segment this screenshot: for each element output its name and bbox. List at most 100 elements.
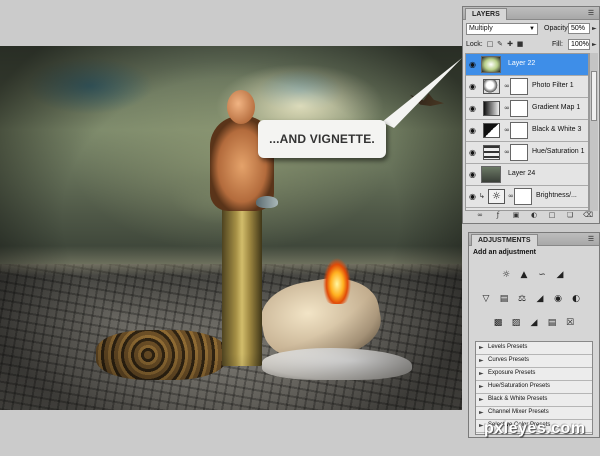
visibility-eye-icon[interactable]: ◉ <box>468 170 477 179</box>
link-icon: ∞ <box>504 148 510 156</box>
gradient-map-icon <box>483 101 500 116</box>
brightness-contrast-icon[interactable]: ☼ <box>499 269 513 281</box>
photoshop-workspace: ...AND VIGNETTE. LAYERS ☰ Multiply ▼ Opa… <box>0 0 600 456</box>
layer-name: Hue/Saturation 1 <box>532 148 585 155</box>
layer-row-hue-saturation[interactable]: ◉ ∞ Hue/Saturation 1 <box>466 142 588 164</box>
preset-black-white[interactable]: ► Black & White Presets <box>476 394 592 407</box>
layer-row-layer-22[interactable]: ◉ Layer 22 <box>466 54 588 76</box>
panel-menu-icon[interactable]: ☰ <box>586 9 596 17</box>
visibility-eye-icon[interactable]: ◉ <box>468 192 477 201</box>
lock-label: Lock: <box>466 41 483 48</box>
adjustments-tabbar: ADJUSTMENTS ☰ <box>469 233 599 246</box>
blend-mode-select[interactable]: Multiply ▼ <box>466 23 538 35</box>
preset-channel-mixer[interactable]: ► Channel Mixer Presets <box>476 407 592 420</box>
lock-row: Lock: □ ✎ ✚ ■ Fill: 100% ► <box>466 39 598 51</box>
preset-levels[interactable]: ► Levels Presets <box>476 342 592 355</box>
vibrance-icon[interactable]: ▽ <box>479 293 493 305</box>
gradient-map-icon[interactable]: ▤ <box>545 317 559 329</box>
callout-pointer <box>382 58 462 128</box>
visibility-eye-icon[interactable]: ◉ <box>468 104 477 113</box>
visibility-eye-icon[interactable]: ◉ <box>468 126 477 135</box>
expand-arrow-icon: ► <box>479 344 484 351</box>
trash-icon[interactable]: ⌫ <box>583 211 593 220</box>
layer-row-photo-filter[interactable]: ◉ ∞ Photo Filter 1 <box>466 76 588 98</box>
expand-arrow-icon: ► <box>479 409 484 416</box>
coiled-snake <box>96 330 226 380</box>
preset-label: Curves Presets <box>488 357 530 363</box>
layers-list: ◉ Layer 22 ◉ ∞ Photo Filter 1 ◉ ∞ Gradie… <box>465 53 589 211</box>
lock-pixels-icon[interactable]: ✎ <box>496 40 504 48</box>
callout-bubble: ...AND VIGNETTE. <box>258 120 386 158</box>
new-group-icon[interactable]: □ <box>547 211 557 220</box>
new-layer-icon[interactable]: ❏ <box>565 211 575 220</box>
hue-saturation-icon[interactable]: ▤ <box>497 293 511 305</box>
fill-field[interactable]: 100% <box>568 39 590 50</box>
blend-row: Multiply ▼ Opacity: 50% ► <box>466 23 598 37</box>
watermark: pxleyes.com <box>484 420 586 437</box>
layer-row-brightness[interactable]: ◉ ↳ ☼ ∞ Brightness/... <box>466 186 588 208</box>
panel-menu-icon[interactable]: ☰ <box>586 235 596 243</box>
preset-label: Exposure Presets <box>488 370 536 376</box>
add-mask-icon[interactable]: ▣ <box>511 211 521 220</box>
lock-transparency-icon[interactable]: □ <box>486 40 494 48</box>
curves-icon[interactable]: ∽ <box>535 269 549 281</box>
tab-layers[interactable]: LAYERS <box>465 8 507 20</box>
preset-label: Black & White Presets <box>488 396 548 402</box>
new-adjustment-icon[interactable]: ◐ <box>529 211 539 220</box>
layer-row-gradient-map[interactable]: ◉ ∞ Gradient Map 1 <box>466 98 588 120</box>
opacity-label: Opacity: <box>544 25 570 32</box>
mannequin-head <box>227 90 255 124</box>
blend-mode-value: Multiply <box>469 25 493 32</box>
selective-color-icon[interactable]: ☒ <box>563 317 577 329</box>
layer-mask-thumbnail <box>514 188 532 205</box>
preset-label: Channel Mixer Presets <box>488 409 549 415</box>
brightness-icon: ☼ <box>488 189 505 204</box>
photo-filter-icon <box>483 79 500 94</box>
layer-row-layer-24[interactable]: ◉ Layer 24 <box>466 164 588 186</box>
clip-arrow-icon: ↳ <box>479 192 485 200</box>
visibility-eye-icon[interactable]: ◉ <box>468 82 477 91</box>
exposure-icon[interactable]: ◢ <box>553 269 567 281</box>
visibility-eye-icon[interactable]: ◉ <box>468 60 477 69</box>
hue-saturation-icon <box>483 145 500 160</box>
scrollbar-thumb[interactable] <box>591 71 597 121</box>
preset-hue-saturation[interactable]: ► Hue/Saturation Presets <box>476 381 592 394</box>
golden-column <box>222 206 262 366</box>
invert-icon[interactable]: ▩ <box>491 317 505 329</box>
layers-scrollbar[interactable] <box>589 53 598 211</box>
opacity-field[interactable]: 50% <box>568 23 590 34</box>
photo-filter-icon[interactable]: ◉ <box>551 293 565 305</box>
levels-icon[interactable]: ▲ <box>517 269 531 281</box>
fill-arrow-icon[interactable]: ► <box>592 41 597 48</box>
lock-all-icon[interactable]: ■ <box>516 40 524 48</box>
color-balance-icon[interactable]: ⚖ <box>515 293 529 305</box>
expand-arrow-icon: ► <box>479 396 484 403</box>
tab-adjustments[interactable]: ADJUSTMENTS <box>471 234 538 246</box>
layer-row-black-white[interactable]: ◉ ∞ Black & White 3 <box>466 120 588 142</box>
threshold-icon[interactable]: ◢ <box>527 317 541 329</box>
expand-arrow-icon: ► <box>479 370 484 377</box>
layer-mask-thumbnail <box>510 78 528 95</box>
chevron-down-icon: ▼ <box>529 26 535 32</box>
layer-name: Layer 22 <box>508 60 536 67</box>
adjustments-panel: ADJUSTMENTS ☰ Add an adjustment ☼ ▲ ∽ ◢ … <box>468 232 600 438</box>
preset-exposure[interactable]: ► Exposure Presets <box>476 368 592 381</box>
visibility-eye-icon[interactable]: ◉ <box>468 148 477 157</box>
preset-curves[interactable]: ► Curves Presets <box>476 355 592 368</box>
lock-position-icon[interactable]: ✚ <box>506 40 514 48</box>
layer-thumbnail <box>481 56 501 73</box>
posterize-icon[interactable]: ▨ <box>509 317 523 329</box>
opacity-arrow-icon[interactable]: ► <box>592 25 597 32</box>
channel-mixer-icon[interactable]: ◐ <box>569 293 583 305</box>
link-icon: ∞ <box>504 82 510 90</box>
fx-icon[interactable]: ƒ <box>493 211 503 220</box>
black-white-icon[interactable]: ◢ <box>533 293 547 305</box>
link-layers-icon[interactable]: ∞ <box>475 211 485 220</box>
layers-tabbar: LAYERS ☰ <box>463 7 599 20</box>
flame <box>318 244 356 304</box>
black-white-icon <box>483 123 500 138</box>
adjustments-title: Add an adjustment <box>473 249 537 256</box>
layers-panel: LAYERS ☰ Multiply ▼ Opacity: 50% ► Lock:… <box>462 6 600 224</box>
layers-footer: ∞ ƒ ▣ ◐ □ ❏ ⌫ <box>465 211 597 221</box>
layer-mask-thumbnail <box>510 122 528 139</box>
